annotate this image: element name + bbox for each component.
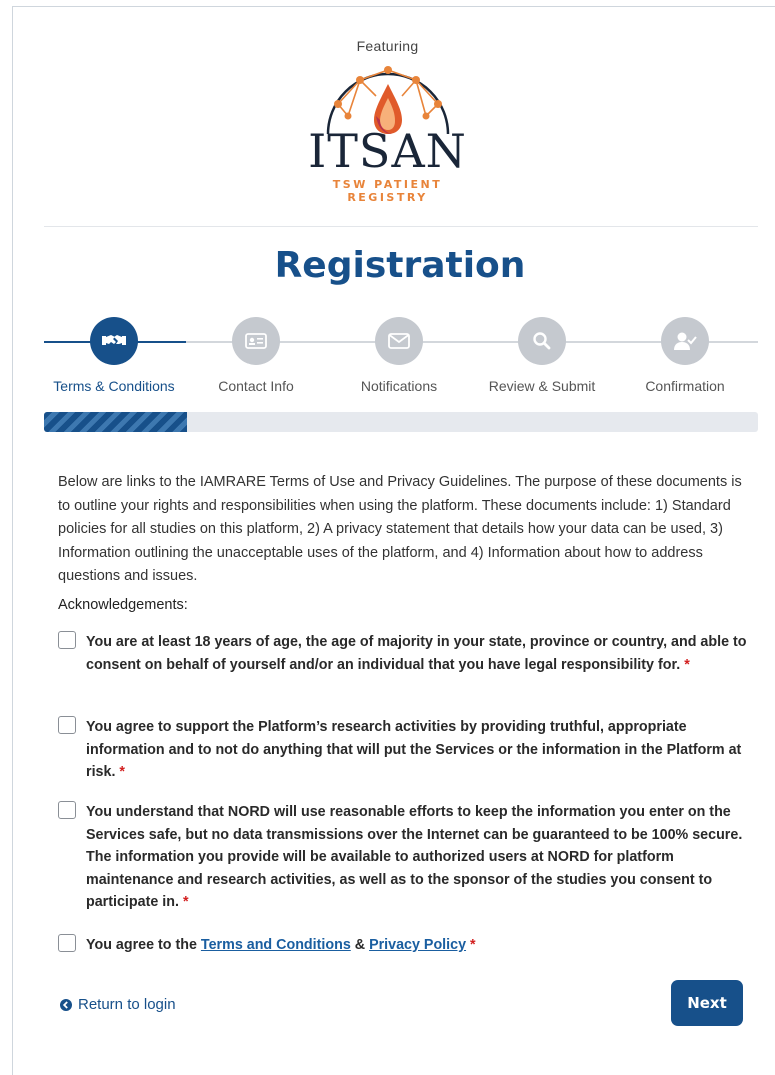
logo-subline-1: TSW PATIENT (332, 178, 443, 191)
terms-privacy-checkbox[interactable] (58, 934, 76, 952)
itsan-logo: Featuring ITSAN TSW PATIENT REGISTRY (0, 38, 775, 204)
acknowledgement-age-consent: You are at least 18 years of age, the ag… (58, 631, 748, 676)
header-divider (44, 226, 758, 227)
step-label: Contact Info (218, 378, 294, 394)
step-terms-conditions[interactable]: Terms & Conditions (44, 317, 184, 394)
step-label: Review & Submit (488, 378, 596, 394)
handshake-icon (102, 335, 126, 345)
acknowledgement-label: You understand that NORD will use reason… (86, 801, 748, 914)
step-circle (232, 317, 280, 365)
acknowledgement-label: You agree to support the Platform’s rese… (86, 716, 748, 784)
acknowledgement-text: You agree to the (86, 937, 201, 953)
step-review-submit[interactable]: Review & Submit (472, 317, 612, 394)
next-button[interactable]: Next (671, 980, 743, 1026)
step-label: Notifications (360, 378, 438, 394)
id-card-icon (245, 333, 267, 349)
age-consent-checkbox[interactable] (58, 631, 76, 649)
acknowledgements-heading: Acknowledgements: (58, 597, 188, 613)
page-title: Registration (274, 245, 526, 286)
step-circle (661, 317, 709, 365)
chevron-left-circle-icon (60, 998, 72, 1011)
acknowledgement-text: You are at least 18 years of age, the ag… (86, 634, 747, 673)
acknowledgement-research-support: You agree to support the Platform’s rese… (58, 716, 748, 784)
user-check-icon (674, 332, 697, 350)
acknowledgement-terms-privacy: You agree to the Terms and Conditions & … (58, 934, 748, 957)
logo-wordmark: ITSAN (308, 124, 467, 178)
acknowledgement-text: You agree to support the Platform’s rese… (86, 719, 742, 780)
terms-intro-text: Below are links to the IAMRARE Terms of … (58, 474, 742, 584)
acknowledgement-label: You are at least 18 years of age, the ag… (86, 631, 748, 676)
step-notifications[interactable]: Notifications (329, 317, 469, 394)
logo-featuring-text: Featuring (356, 38, 419, 54)
data-security-checkbox[interactable] (58, 801, 76, 819)
search-icon (533, 332, 551, 350)
acknowledgement-label: You agree to the Terms and Conditions & … (86, 934, 748, 957)
required-asterisk: * (119, 764, 125, 780)
step-circle (375, 317, 423, 365)
progress-bar-fill (44, 412, 187, 432)
privacy-policy-link[interactable]: Privacy Policy (369, 937, 466, 953)
step-confirmation[interactable]: Confirmation (615, 317, 755, 394)
envelope-icon (388, 333, 410, 349)
step-label: Terms & Conditions (53, 378, 175, 394)
step-label: Confirmation (645, 378, 725, 394)
step-circle (518, 317, 566, 365)
required-asterisk: * (182, 894, 189, 910)
acknowledgement-data-security: You understand that NORD will use reason… (58, 801, 748, 914)
return-to-login-label: Return to login (78, 996, 176, 1013)
required-asterisk: * (684, 656, 690, 673)
joiner-text: & (350, 937, 370, 953)
terms-and-conditions-link[interactable]: Terms and Conditions (201, 937, 351, 953)
research-support-checkbox[interactable] (58, 716, 76, 734)
progress-bar (44, 412, 758, 432)
return-to-login-link[interactable]: Return to login (60, 996, 176, 1013)
step-contact-info[interactable]: Contact Info (186, 317, 326, 394)
logo-subline-2: REGISTRY (347, 191, 428, 204)
step-circle (90, 317, 138, 365)
required-asterisk: * (470, 937, 476, 953)
